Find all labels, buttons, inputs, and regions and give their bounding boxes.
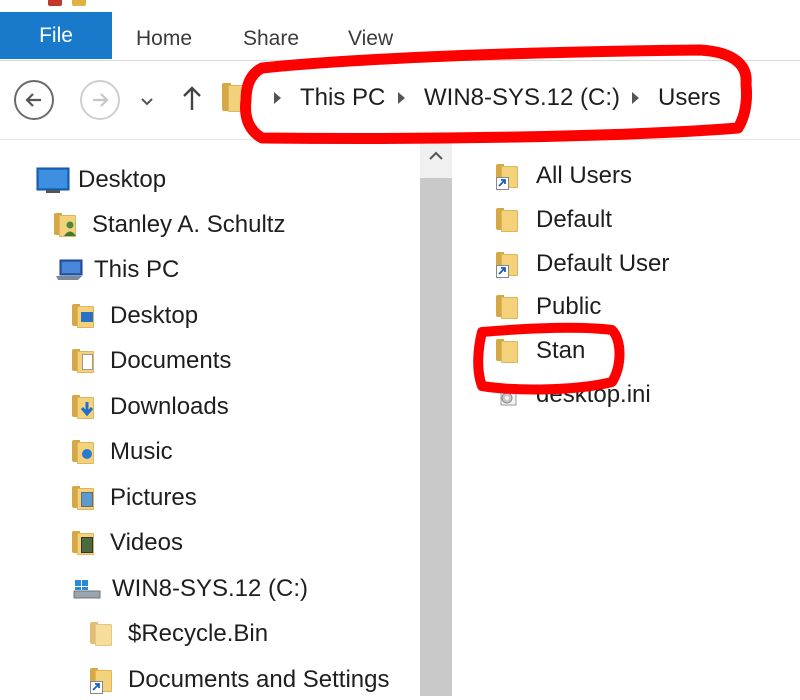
back-arrow-icon [25,93,41,107]
nav-item-desktop[interactable]: Desktop [72,296,198,336]
folder-icon [90,622,116,646]
drive-icon [72,577,102,601]
breadcrumb-chevron-icon [274,92,281,104]
nav-item-label: Music [110,438,173,465]
forward-arrow-icon [93,93,109,107]
nav-item-desktop-root[interactable]: Desktop [36,160,166,200]
tab-home[interactable]: Home [136,12,192,59]
downloads-folder-icon [72,395,98,419]
nav-item-documents[interactable]: Documents [72,341,231,381]
settings-file-icon [496,383,522,407]
file-item-label: desktop.ini [536,381,651,408]
nav-item-label: Videos [110,529,183,556]
breadcrumb-drive[interactable]: WIN8-SYS.12 (C:) [424,82,620,114]
nav-item-label: Stanley A. Schultz [92,211,286,238]
scroll-up-icon[interactable] [428,150,444,162]
chevron-down-icon [141,98,153,106]
tab-share[interactable]: Share [243,12,299,59]
scrollbar-thumb[interactable] [420,178,452,696]
nav-item-recycle-bin[interactable]: $Recycle.Bin [90,614,268,654]
nav-item-downloads[interactable]: Downloads [72,387,229,427]
user-folder-icon [54,213,80,237]
nav-item-music[interactable]: Music [72,432,173,472]
file-item-default[interactable]: Default [496,200,612,240]
nav-item-label: Desktop [110,302,199,329]
file-item-label: Stan [536,337,586,364]
nav-item-user[interactable]: Stanley A. Schultz [54,205,285,245]
file-item-all-users[interactable]: All Users [496,156,632,196]
location-folder-icon [222,83,248,112]
breadcrumb-chevron-icon [632,92,639,104]
nav-item-pictures[interactable]: Pictures [72,478,197,518]
file-item-desktop-ini[interactable]: desktop.ini [496,375,651,415]
back-button[interactable] [14,80,54,120]
documents-folder-icon [72,349,98,373]
file-item-default-user[interactable]: Default User [496,244,669,284]
nav-item-label: Documents [110,347,232,374]
nav-item-label: Downloads [110,393,229,420]
pictures-folder-icon [72,486,98,510]
nav-item-label: $Recycle.Bin [128,620,269,647]
this-pc-icon [54,258,84,282]
quick-access-icon [72,0,86,6]
nav-item-label: WIN8-SYS.12 (C:) [112,575,309,602]
forward-button[interactable] [80,80,120,120]
nav-item-this-pc[interactable]: This PC [54,250,179,290]
shortcut-folder-icon [496,164,522,190]
folder-icon [496,295,522,319]
file-item-public[interactable]: Public [496,287,601,327]
file-item-label: All Users [536,162,633,189]
file-item-stan[interactable]: Stan [496,331,585,371]
desktop-icon [36,167,70,193]
nav-item-label: Desktop [78,166,167,193]
nav-pane-scrollbar[interactable] [420,140,452,696]
up-arrow-icon [183,86,201,110]
nav-item-documents-and-settings[interactable]: Documents and Settings [90,660,389,700]
app-icon [48,0,62,6]
nav-item-label: This PC [94,256,180,283]
videos-folder-icon [72,531,98,555]
file-item-label: Default User [536,250,670,277]
music-folder-icon [72,440,98,464]
file-tab[interactable]: File [0,12,112,59]
ribbon [0,12,800,61]
file-item-label: Public [536,293,602,320]
nav-item-label: Documents and Settings [128,666,390,693]
desktop-folder-icon [72,304,98,328]
breadcrumb-users[interactable]: Users [658,82,721,114]
shortcut-folder-icon [496,252,522,278]
tab-view[interactable]: View [348,12,393,59]
nav-item-drive[interactable]: WIN8-SYS.12 (C:) [72,569,308,609]
breadcrumb-this-pc[interactable]: This PC [300,82,385,114]
nav-item-videos[interactable]: Videos [72,523,183,563]
folder-icon [496,208,522,232]
recent-locations-button[interactable] [140,94,154,112]
file-item-label: Default [536,206,613,233]
folder-icon [496,339,522,363]
breadcrumb-chevron-icon [398,92,405,104]
up-button[interactable] [180,84,204,117]
nav-item-label: Pictures [110,484,197,511]
shortcut-folder-icon [90,668,116,694]
